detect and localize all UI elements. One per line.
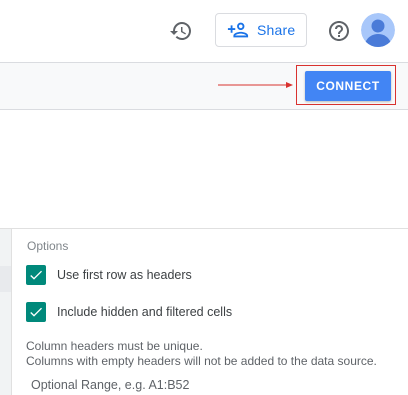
person-add-icon	[227, 22, 249, 38]
share-button[interactable]: Share	[215, 13, 307, 47]
version-history-button[interactable]	[167, 17, 195, 45]
first-row-headers-label: Use first row as headers	[57, 268, 192, 282]
hidden-filtered-cells-option[interactable]: Include hidden and filtered cells	[26, 302, 232, 322]
share-label: Share	[257, 22, 296, 38]
account-avatar[interactable]	[361, 13, 395, 47]
checkmark-icon	[30, 270, 42, 280]
hidden-filtered-cells-label: Include hidden and filtered cells	[57, 305, 233, 319]
selected-sheet-marker	[0, 266, 11, 292]
top-toolbar: Share	[0, 0, 408, 63]
checkmark-icon	[30, 307, 42, 317]
hidden-filtered-cells-checkbox[interactable]	[26, 302, 46, 322]
optional-range-input[interactable]	[26, 374, 401, 395]
connect-button[interactable]: CONNECT	[305, 71, 391, 101]
field-preview-panel	[0, 110, 408, 229]
pointer-arrow-icon	[218, 82, 293, 88]
unique-headers-note: Column headers must be unique.	[26, 339, 203, 353]
sheet-list-strip	[0, 229, 12, 395]
help-circle-icon	[329, 21, 349, 41]
empty-headers-note: Columns with empty headers will not be a…	[26, 354, 377, 368]
history-icon	[170, 22, 191, 40]
first-row-headers-checkbox[interactable]	[26, 265, 46, 285]
first-row-headers-option[interactable]: Use first row as headers	[26, 265, 192, 285]
options-heading: Options	[27, 239, 69, 253]
account-avatar-icon	[361, 13, 395, 47]
help-button[interactable]	[325, 17, 353, 45]
